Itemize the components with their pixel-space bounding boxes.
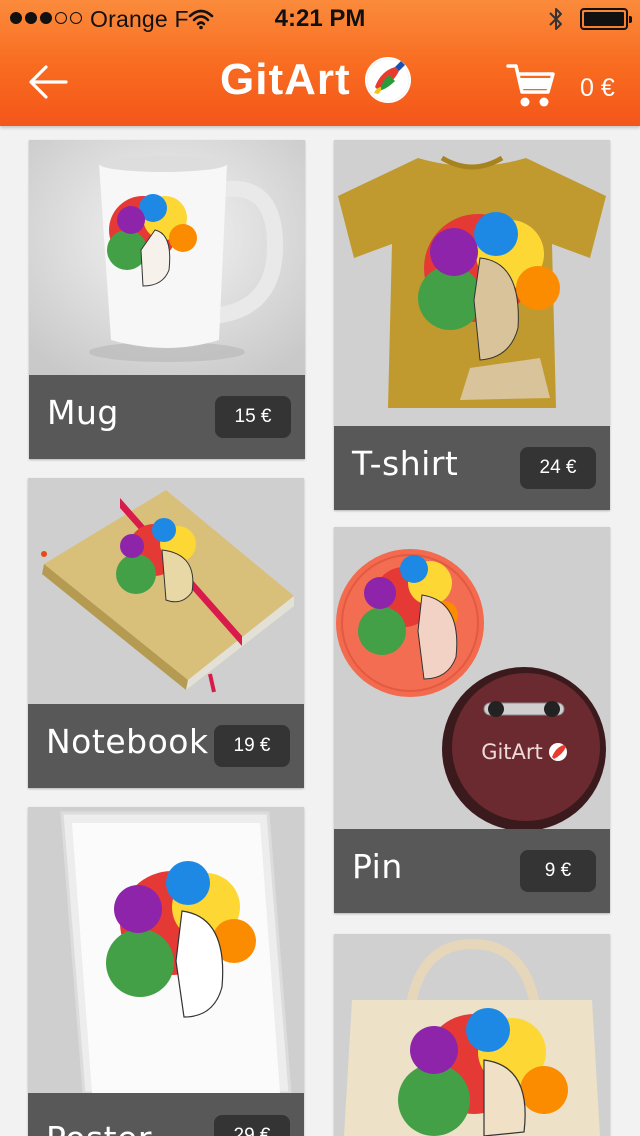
product-name: Notebook <box>46 722 209 761</box>
battery-icon <box>580 8 632 30</box>
price-badge[interactable]: 19 € <box>214 725 290 767</box>
product-name: Poster <box>46 1119 152 1136</box>
app-title: GitArt <box>220 50 411 110</box>
product-card-poster[interactable]: Poster 29 € <box>28 807 304 1136</box>
product-name: Pin <box>352 847 403 886</box>
back-button[interactable] <box>24 58 72 106</box>
product-card-mug[interactable]: Mug 15 € <box>29 140 305 459</box>
status-bar: Orange F 4:21 PM <box>0 0 640 40</box>
price-badge[interactable]: 24 € <box>520 447 596 489</box>
product-caption: Pin 9 € <box>334 829 610 913</box>
status-clock: 4:21 PM <box>274 5 366 32</box>
product-card-pin[interactable]: GitArt Pin 9 € <box>334 527 610 913</box>
product-name: T-shirt <box>352 444 459 483</box>
product-caption: Mug 15 € <box>29 375 305 459</box>
product-card-tote[interactable] <box>334 934 610 1136</box>
product-card-tshirt[interactable]: T-shirt 24 € <box>334 140 610 510</box>
price-badge[interactable]: 15 € <box>215 396 291 438</box>
pin-artwork-image: GitArt <box>334 527 610 829</box>
arrow-left-icon <box>29 65 68 99</box>
poster-artwork-image <box>28 807 304 1093</box>
cart-button[interactable] <box>506 62 556 110</box>
bluetooth-icon <box>549 8 562 30</box>
cart-total: 0 € <box>580 74 615 102</box>
product-card-notebook[interactable]: Notebook 19 € <box>28 478 304 788</box>
price-badge[interactable]: 29 € <box>214 1115 290 1136</box>
price-badge[interactable]: 9 € <box>520 850 596 892</box>
product-caption: T-shirt 24 € <box>334 426 610 510</box>
tote-bag-artwork-image <box>334 934 610 1136</box>
tshirt-artwork-image <box>334 140 610 426</box>
notebook-artwork-image <box>28 478 304 704</box>
pin-back-text: GitArt <box>481 740 543 764</box>
shopping-cart-icon <box>506 64 555 107</box>
product-caption: Notebook 19 € <box>28 704 304 788</box>
paintbrush-logo-icon <box>364 57 411 103</box>
app-header: Orange F 4:21 PM GitArt 0 € <box>0 0 640 126</box>
mug-artwork-image <box>29 140 305 375</box>
product-caption: Poster 29 € <box>28 1093 304 1136</box>
app-title-text: GitArt <box>220 55 351 104</box>
product-name: Mug <box>47 393 119 432</box>
